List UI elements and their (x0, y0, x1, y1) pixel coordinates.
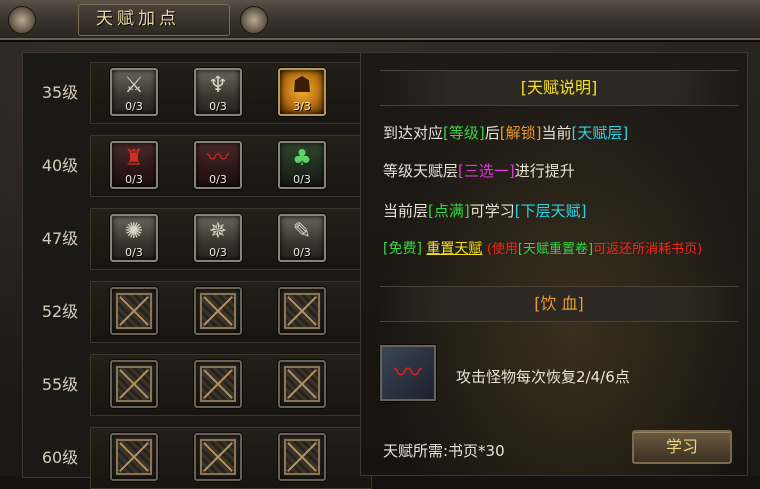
talent-row: 52级 (34, 281, 372, 343)
text-current: 当前 (541, 124, 572, 142)
talent-row: 55级 (34, 354, 372, 416)
lock-icon (200, 293, 236, 329)
text-layer: 等级天赋层 (383, 162, 459, 180)
text-talent-layer: [天赋层] (571, 124, 629, 142)
info-line-2: 等级天赋层[三选一]进行提升 (383, 160, 575, 181)
locked-talent-slot[interactable] (110, 360, 158, 408)
text-next-talent: [下层天赋] (514, 202, 587, 220)
locked-talent-slot[interactable] (278, 433, 326, 481)
corner-ornament-icon (8, 6, 36, 34)
skill-name: [饮 血] (534, 294, 584, 313)
locked-talent-slot[interactable] (110, 287, 158, 335)
skill-description: 攻击怪物每次恢复2/4/6点 (456, 368, 630, 386)
talent-points: 3/3 (293, 100, 311, 113)
talent-row-level: 60级 (41, 448, 79, 467)
talent-slot[interactable]: 〰 0/3 (194, 141, 242, 189)
lock-icon (200, 366, 236, 402)
text-level: [等级] (443, 124, 485, 142)
locked-talent-slot[interactable] (194, 433, 242, 481)
talent-icon: ✺ (124, 219, 144, 244)
skill-header: [饮 血] (380, 286, 738, 322)
text-after: 后 (484, 124, 500, 142)
talent-icon: ✵ (208, 219, 228, 244)
talent-row-level: 55级 (41, 375, 79, 394)
corner-ornament-icon (240, 6, 268, 34)
lock-icon (284, 366, 320, 402)
talent-icon: 〰 (206, 146, 229, 171)
talent-icon: ♆ (208, 73, 228, 98)
talent-slot[interactable]: ✎ 0/3 (278, 214, 326, 262)
text-unlock: [解锁] (499, 124, 542, 142)
talent-points: 0/3 (209, 100, 227, 113)
learn-button[interactable]: 学习 (632, 430, 732, 464)
talent-icon: ♜ (124, 146, 144, 171)
talent-row-level: 40级 (41, 156, 79, 175)
talent-slot[interactable]: ⚔ 0/3 (110, 68, 158, 116)
talent-slot[interactable]: ☗ 3/3 (278, 68, 326, 116)
talent-info-panel (360, 52, 748, 476)
talent-slot[interactable]: ✺ 0/3 (110, 214, 158, 262)
talent-slot[interactable]: ♜ 0/3 (110, 141, 158, 189)
talent-points: 0/3 (209, 246, 227, 259)
talent-points: 0/3 (293, 173, 311, 186)
text-reach: 到达对应 (383, 124, 444, 142)
text-upgrade: 进行提升 (514, 162, 575, 180)
talent-icon: ♣ (292, 146, 312, 171)
talent-row: 40级 ♜ 0/3 〰 0/3 ♣ 0/3 (34, 135, 372, 197)
reset-talent-link[interactable]: 重置天赋 (426, 241, 482, 257)
locked-talent-slot[interactable] (110, 433, 158, 481)
talent-row-level: 52级 (41, 302, 79, 321)
skill-cost: 天赋所需:书页*30 (383, 442, 505, 460)
talent-row: 47级 ✺ 0/3 ✵ 0/3 ✎ 0/3 (34, 208, 372, 270)
info-line-3: 当前层[点满]可学习[下层天赋] (383, 200, 586, 221)
talent-row: 60级 (34, 427, 372, 489)
talent-points: 0/3 (125, 173, 143, 186)
locked-talent-slot[interactable] (194, 287, 242, 335)
blood-sip-icon: 〰 (380, 345, 436, 401)
talent-icon: ⚔ (124, 73, 144, 98)
talent-row-level: 47级 (41, 229, 79, 248)
talent-row: 35级 ⚔ 0/3 ♆ 0/3 ☗ 3/3 (34, 62, 372, 124)
lock-icon (284, 293, 320, 329)
info-line-1: 到达对应[等级]后[解锁]当前[天赋层] (383, 122, 628, 143)
window-title: 天赋加点 (96, 9, 180, 29)
locked-talent-slot[interactable] (278, 360, 326, 408)
locked-talent-slot[interactable] (278, 287, 326, 335)
lock-icon (116, 366, 152, 402)
talent-slot[interactable]: ✵ 0/3 (194, 214, 242, 262)
lock-icon (116, 439, 152, 475)
talent-slot[interactable]: ♣ 0/3 (278, 141, 326, 189)
lock-icon (116, 293, 152, 329)
text-choose-one: [三选一] (458, 162, 515, 180)
text-use: (使用 (486, 242, 518, 257)
talent-row-level: 35级 (41, 83, 79, 102)
talent-icon: ☗ (292, 73, 312, 98)
text-reset-scroll: [天赋重置卷] (517, 242, 594, 257)
locked-talent-slot[interactable] (194, 360, 242, 408)
lock-icon (284, 439, 320, 475)
info-header-text: [天赋说明] (520, 78, 598, 97)
info-line-4: [免费] 重置天赋 (使用[天赋重置卷]可返还所消耗书页) (383, 238, 702, 258)
talent-points: 0/3 (209, 173, 227, 186)
info-header: [天赋说明] (380, 70, 738, 106)
text-free: [免费] (383, 241, 422, 257)
text-can-learn: 可学习 (469, 202, 515, 220)
talent-slot[interactable]: ♆ 0/3 (194, 68, 242, 116)
text-current-layer: 当前层 (383, 202, 429, 220)
lock-icon (200, 439, 236, 475)
talent-icon: ✎ (292, 219, 312, 244)
text-refund: 可返还所消耗书页) (593, 242, 703, 257)
talent-points: 0/3 (125, 246, 143, 259)
text-maxed: [点满] (428, 202, 470, 220)
title-bar: 天赋加点 (0, 0, 760, 40)
talent-points: 0/3 (293, 246, 311, 259)
talent-points: 0/3 (125, 100, 143, 113)
